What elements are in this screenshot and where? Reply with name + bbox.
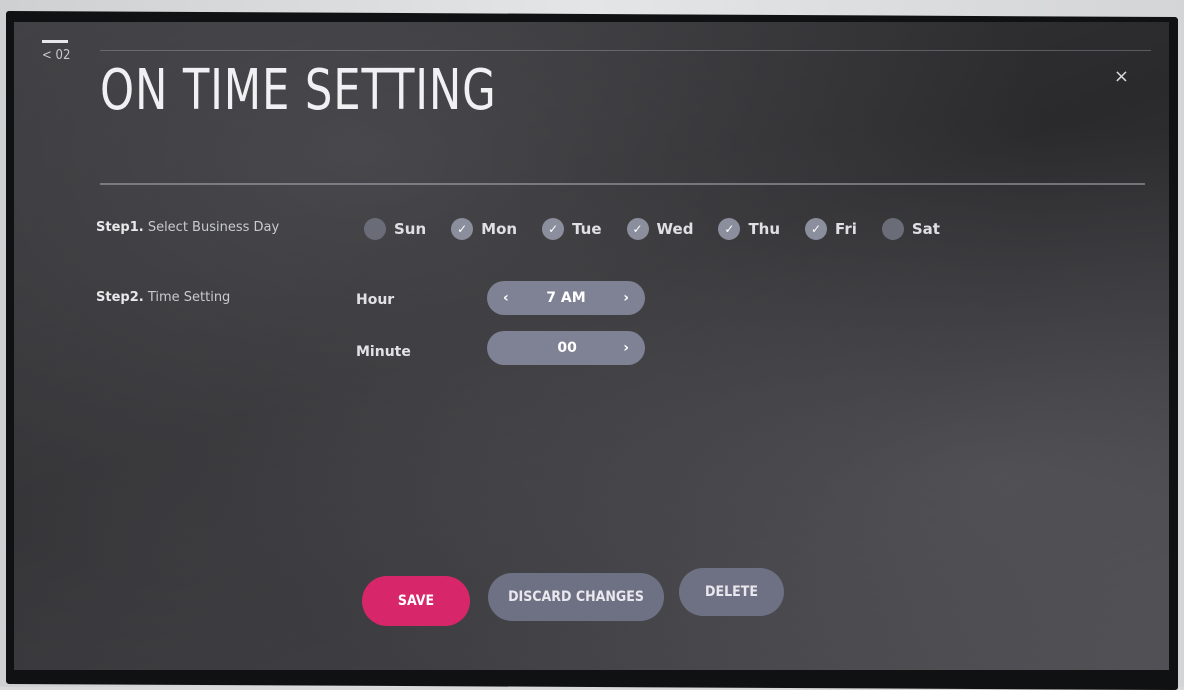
day-option-sat[interactable]: Sat <box>881 218 940 240</box>
minute-value: 00 <box>557 340 577 356</box>
unchecked-circle-icon <box>881 218 904 240</box>
header-divider <box>100 183 1145 185</box>
day-option-sun[interactable]: Sun <box>364 218 426 240</box>
hour-picker[interactable]: ‹ 7 AM › <box>487 281 645 315</box>
step2-text: Time Setting <box>143 290 231 305</box>
discard-changes-button[interactable]: DISCARD CHANGES <box>488 573 664 621</box>
step1-text: Select Business Day <box>143 220 280 235</box>
checkmark-icon: ✓ <box>542 218 565 240</box>
hour-value: 7 AM <box>546 290 586 306</box>
day-option-wed[interactable]: ✓ Wed <box>626 218 694 240</box>
day-label: Fri <box>835 220 857 238</box>
step1-label: Step1. Select Business Day <box>96 220 279 235</box>
day-label: Mon <box>481 220 518 238</box>
unchecked-circle-icon <box>364 218 386 240</box>
checkmark-icon: ✓ <box>718 218 741 240</box>
minute-label: Minute <box>356 344 411 360</box>
day-label: Sun <box>394 220 427 238</box>
step1-number: Step1. <box>96 220 144 235</box>
tv-screen: < 02 ON TIME SETTING × Step1. Select Bus… <box>14 22 1169 670</box>
checkmark-icon: ✓ <box>626 218 649 240</box>
day-option-thu[interactable]: ✓ Thu <box>718 218 780 240</box>
checkmark-icon: ✓ <box>451 218 474 240</box>
day-label: Thu <box>748 220 781 238</box>
checkmark-icon: ✓ <box>805 218 828 240</box>
day-option-mon[interactable]: ✓ Mon <box>451 218 517 240</box>
day-label: Tue <box>572 220 602 238</box>
step2-label: Step2. Time Setting <box>96 290 230 305</box>
hour-label: Hour <box>356 292 395 308</box>
top-divider <box>100 50 1151 51</box>
back-button[interactable]: < 02 <box>42 40 70 63</box>
page-title: ON TIME SETTING <box>100 58 497 123</box>
day-option-fri[interactable]: ✓ Fri <box>805 218 857 240</box>
delete-button[interactable]: DELETE <box>679 568 784 616</box>
day-label: Sat <box>911 220 940 238</box>
business-day-selector: Sun ✓ Mon ✓ Tue ✓ Wed ✓ Thu ✓ Fri Sat <box>364 218 965 240</box>
day-label: Wed <box>656 220 694 238</box>
close-icon[interactable]: × <box>1114 66 1129 87</box>
step2-number: Step2. <box>96 290 144 305</box>
minute-picker[interactable]: 00 › <box>487 331 645 365</box>
chevron-right-icon[interactable]: › <box>623 290 629 306</box>
chevron-right-icon[interactable]: › <box>623 340 629 356</box>
day-option-tue[interactable]: ✓ Tue <box>542 218 602 240</box>
save-button[interactable]: SAVE <box>362 576 470 626</box>
